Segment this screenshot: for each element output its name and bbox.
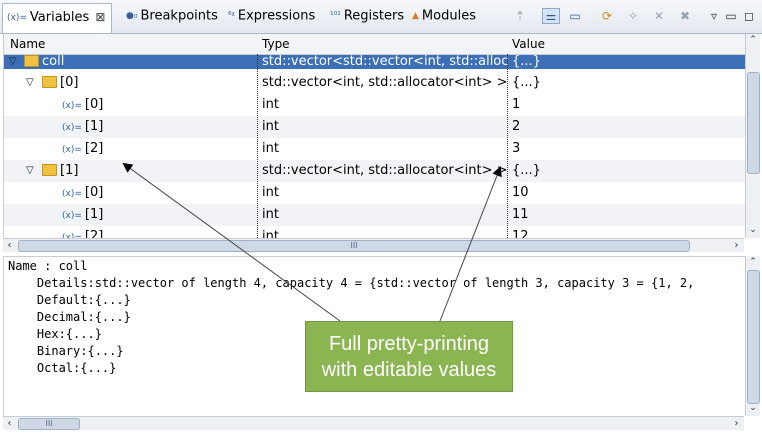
arrow-to-value-column bbox=[439, 166, 502, 322]
feature-callout: Full pretty-printing with editable value… bbox=[305, 321, 513, 392]
callout-line-2: with editable values bbox=[321, 359, 497, 381]
arrow-to-name-column bbox=[122, 162, 341, 322]
callout-line-1: Full pretty-printing bbox=[328, 333, 490, 355]
